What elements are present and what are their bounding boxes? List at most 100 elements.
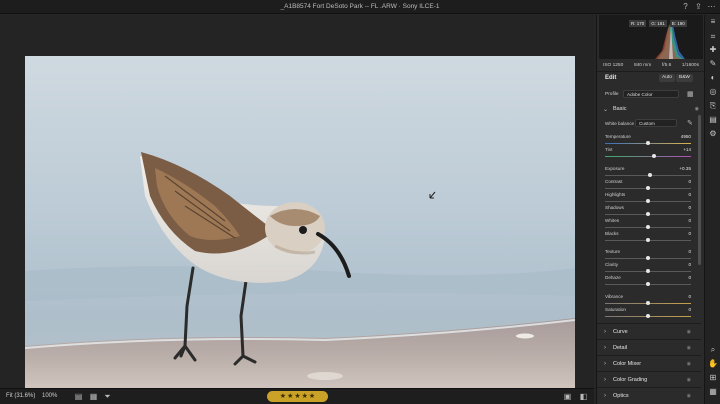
bw-button[interactable]: B&W: [676, 74, 693, 82]
slider-thumb[interactable]: [646, 141, 650, 145]
eye-icon[interactable]: ◉: [687, 329, 691, 335]
auto-button[interactable]: Auto: [659, 74, 675, 82]
section-color-mixer[interactable]: › Color Mixer ◉: [597, 355, 701, 371]
slider-dehaze[interactable]: Dehaze 0: [605, 275, 691, 288]
white-balance-select[interactable]: Custom: [635, 119, 677, 127]
edit-tool-icon[interactable]: ≡: [708, 17, 718, 27]
grid-overlay-icon[interactable]: ▦: [708, 387, 718, 397]
slider-value[interactable]: +14: [675, 147, 691, 154]
zoom-tool-icon[interactable]: ⌕: [708, 345, 718, 355]
slider-thumb[interactable]: [646, 269, 650, 273]
slider-thumb[interactable]: [646, 256, 650, 260]
brush-tool-icon[interactable]: ✎: [708, 59, 718, 69]
slider-value[interactable]: 0: [675, 275, 691, 282]
slider-value[interactable]: 0: [675, 179, 691, 186]
share-icon[interactable]: ⇪: [694, 2, 703, 11]
slider-exposure[interactable]: Exposure +0.35: [605, 166, 691, 179]
profile-browser-icon[interactable]: ▦: [687, 90, 694, 98]
section-color-grading[interactable]: › Color Grading ◉: [597, 371, 701, 387]
slider-thumb[interactable]: [646, 199, 650, 203]
slider-vibrance[interactable]: Vibrance 0: [605, 294, 691, 307]
eye-icon[interactable]: ◉: [687, 345, 691, 351]
before-after-icon[interactable]: ◧: [579, 392, 588, 401]
slider-thumb[interactable]: [646, 314, 650, 318]
slider-thumb[interactable]: [652, 154, 657, 158]
slider-blacks[interactable]: Blacks 0: [605, 231, 691, 244]
star-2-icon[interactable]: ★: [287, 391, 293, 402]
eye-icon[interactable]: ◉: [687, 393, 691, 399]
eyedropper-icon[interactable]: ✎: [687, 119, 693, 127]
slider-temperature[interactable]: Temperature 4950: [605, 134, 691, 147]
star-4-icon[interactable]: ★: [302, 391, 308, 402]
masking-tool-icon[interactable]: ◐: [708, 73, 718, 83]
fit-zoom-label[interactable]: Fit (31.6%): [6, 393, 35, 399]
slider-value[interactable]: 0: [675, 231, 691, 238]
star-5-icon[interactable]: ★: [309, 391, 315, 402]
edit-title: Edit: [605, 75, 617, 81]
slider-value[interactable]: +0.35: [675, 166, 691, 173]
filter-icon[interactable]: ⏷: [103, 392, 112, 401]
presets-icon[interactable]: ▤: [708, 115, 718, 125]
redeye-tool-icon[interactable]: ◎: [708, 87, 718, 97]
filmstrip-icon[interactable]: ▤: [74, 392, 83, 401]
toggle-sampler-icon[interactable]: ⊞: [708, 373, 718, 383]
slider-label: Blacks: [605, 231, 619, 236]
eye-icon[interactable]: ◉: [687, 361, 691, 367]
slider-contrast[interactable]: Contrast 0: [605, 179, 691, 192]
section-optics[interactable]: › Optics ◉: [597, 387, 701, 403]
slider-highlights[interactable]: Highlights 0: [605, 192, 691, 205]
zoom-100-label[interactable]: 100%: [42, 393, 57, 399]
basic-section-header[interactable]: ⌄ Basic ◉: [603, 105, 699, 115]
slider-value[interactable]: 0: [675, 249, 691, 256]
compare-icon[interactable]: ▣: [563, 392, 572, 401]
settings-icon[interactable]: ⚙: [708, 129, 718, 139]
star-3-icon[interactable]: ★: [294, 391, 300, 402]
slider-label: Texture: [605, 249, 621, 254]
photo-preview[interactable]: [25, 56, 575, 401]
eye-icon[interactable]: ◉: [695, 106, 699, 112]
healing-tool-icon[interactable]: ✚: [708, 45, 718, 55]
star-rating[interactable]: ★ ★ ★ ★ ★: [267, 391, 328, 402]
help-icon[interactable]: ?: [681, 2, 690, 11]
section-title: Detail: [613, 345, 628, 351]
eye-icon[interactable]: ◉: [687, 377, 691, 383]
profile-select[interactable]: Adobe Color: [623, 90, 679, 98]
slider-thumb[interactable]: [646, 238, 650, 242]
slider-value[interactable]: 0: [675, 262, 691, 269]
slider-value[interactable]: 0: [675, 205, 691, 212]
slider-track[interactable]: [605, 156, 691, 157]
slider-value[interactable]: 0: [675, 192, 691, 199]
section-detail[interactable]: › Detail ◉: [597, 339, 701, 355]
hand-tool-icon[interactable]: ✋: [708, 359, 718, 369]
slider-thumb[interactable]: [647, 173, 652, 177]
slider-label: Tint: [605, 147, 613, 152]
slider-thumb[interactable]: [646, 186, 650, 190]
slider-whites[interactable]: Whites 0: [605, 218, 691, 231]
section-title: Color Grading: [613, 377, 648, 383]
slider-clarity[interactable]: Clarity 0: [605, 262, 691, 275]
crop-tool-icon[interactable]: ⌗: [708, 32, 718, 42]
slider-thumb[interactable]: [646, 301, 650, 305]
more-icon[interactable]: ⋯: [707, 2, 716, 11]
star-1-icon[interactable]: ★: [280, 391, 286, 402]
snapshots-icon[interactable]: ⎘: [708, 101, 718, 111]
image-canvas[interactable]: [0, 15, 594, 401]
section-curve[interactable]: › Curve ◉: [597, 323, 701, 339]
grid-view-icon[interactable]: ▦: [89, 392, 98, 401]
slider-thumb[interactable]: [646, 225, 650, 229]
panel-scrollbar[interactable]: [698, 115, 701, 265]
slider-value[interactable]: 0: [675, 218, 691, 225]
slider-tint[interactable]: Tint +14: [605, 147, 691, 160]
slider-saturation[interactable]: Saturation 0: [605, 307, 691, 320]
slider-value[interactable]: 4950: [675, 134, 691, 141]
slider-thumb[interactable]: [646, 282, 650, 286]
bird-photo: [25, 56, 575, 401]
slider-shadows[interactable]: Shadows 0: [605, 205, 691, 218]
slider-texture[interactable]: Texture 0: [605, 249, 691, 262]
slider-label: Clarity: [605, 262, 619, 267]
slider-value[interactable]: 0: [675, 294, 691, 301]
exif-info: ISO 1250 840 mm f/5.6 1/1600s: [603, 63, 699, 68]
slider-label: Vibrance: [605, 294, 624, 299]
slider-value[interactable]: 0: [675, 307, 691, 314]
slider-thumb[interactable]: [646, 212, 650, 216]
